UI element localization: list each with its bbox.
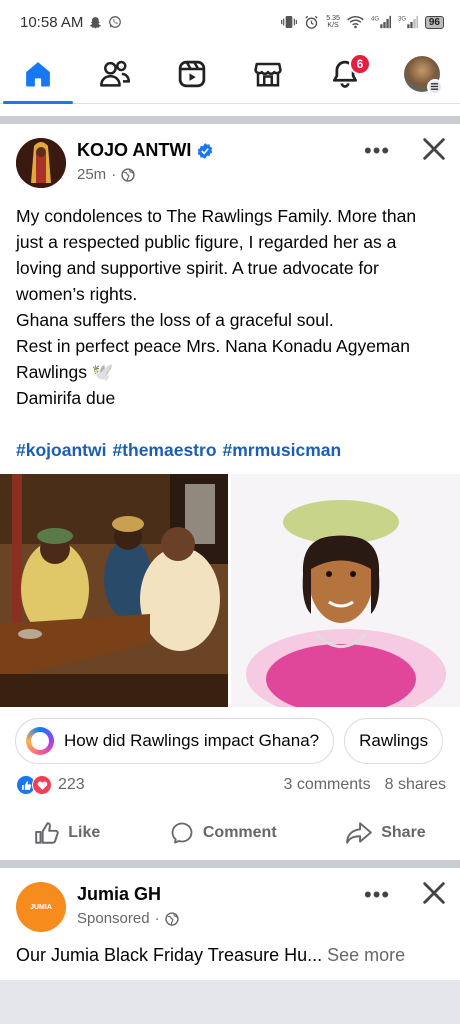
comment-button[interactable]: Comment (169, 821, 277, 845)
like-label: Like (68, 824, 101, 841)
hashtags: #kojoantwi #themaestro #mrmusicman (16, 440, 341, 461)
suggestion-chip[interactable]: How did Rawlings impact Ghana? (15, 718, 335, 764)
ad-text: Our Jumia Black Friday Treasure Hu... Se… (16, 945, 450, 966)
nav-marketplace-tab[interactable] (230, 44, 306, 104)
nav-home-tab[interactable] (0, 44, 76, 104)
suggestion-text: How did Rawlings impact Ghana? (64, 731, 320, 750)
comment-icon (171, 822, 193, 844)
net-speed: 5.35 K/S (326, 15, 340, 29)
nav-reels-tab[interactable] (154, 44, 230, 104)
hashtag-link[interactable]: #kojoantwi (16, 440, 106, 461)
jumia-logo[interactable]: JUMIA (16, 882, 66, 932)
status-bar: 10:58 AM 5.35 K/S 4G 3G 96 (0, 0, 460, 44)
feed-divider (0, 116, 460, 124)
home-icon (26, 61, 51, 86)
jumia-logo-text: JUMIA (30, 903, 52, 911)
feed-bottom-area (0, 980, 460, 1024)
suggestion-text: Rawlings (359, 731, 429, 750)
sponsored-label[interactable]: Sponsored (77, 910, 150, 927)
post-photos (0, 474, 460, 707)
feed-divider (0, 860, 460, 868)
svg-text:3G: 3G (398, 15, 406, 22)
status-time: 10:58 AM (20, 13, 84, 31)
post-meta: 25m · (77, 166, 135, 183)
group-photo[interactable] (0, 474, 228, 707)
ad-more-button[interactable]: ••• (364, 884, 390, 906)
post-header: KOJO ANTWI 25m · ••• (0, 126, 460, 194)
like-button[interactable]: Like (34, 821, 100, 845)
globe-icon (121, 167, 135, 182)
signal-3g-icon: 3G (398, 15, 418, 29)
hashtag-link[interactable]: #mrmusicman (223, 440, 342, 461)
nav-notifications-tab[interactable]: 6 (307, 44, 383, 104)
reels-icon (178, 60, 205, 87)
reaction-count[interactable]: 223 (58, 776, 85, 794)
share-icon (346, 822, 373, 844)
love-reaction-icon[interactable] (32, 775, 52, 795)
net-speed-value: 5.35 (326, 15, 340, 22)
vibrate-icon (281, 16, 298, 28)
post-actions: Like Comment Share (0, 810, 460, 856)
hashtag-link[interactable]: #themaestro (112, 440, 216, 461)
menu-icon (426, 78, 443, 95)
top-nav-bar: 6 (0, 44, 460, 104)
close-icon[interactable] (420, 135, 448, 163)
whatsapp-icon (109, 16, 122, 28)
share-label: Share (381, 824, 426, 841)
reactions-row: 223 3 comments 8 shares (16, 772, 446, 798)
portrait-illustration[interactable] (231, 474, 460, 707)
shares-count[interactable]: 8 shares (385, 776, 446, 794)
ad-body: Our Jumia Black Friday Treasure Hu... (16, 945, 323, 965)
wifi-icon (347, 16, 364, 29)
meta-separator: · (111, 166, 117, 183)
notification-badge: 6 (348, 52, 371, 75)
meta-ai-icon (26, 727, 54, 755)
post-text: My condolences to The Rawlings Family. M… (16, 206, 417, 408)
alarm-icon (305, 15, 318, 29)
comment-label: Comment (202, 824, 277, 841)
close-icon[interactable] (420, 879, 448, 907)
post-time[interactable]: 25m (77, 166, 106, 183)
marketplace-icon (254, 62, 283, 86)
battery-indicator: 96 (424, 15, 444, 29)
ad-author-name[interactable]: Jumia GH (77, 884, 161, 905)
author-avatar[interactable] (16, 138, 66, 188)
profile-avatar (403, 55, 443, 95)
like-icon (35, 822, 59, 844)
friends-icon (100, 60, 130, 87)
verified-badge-icon (198, 142, 213, 159)
ai-suggestions: How did Rawlings impact Ghana? Rawlings (15, 718, 444, 764)
nav-profile-menu-tab[interactable] (384, 44, 460, 104)
author-name[interactable]: KOJO ANTWI (77, 140, 191, 161)
signal-4g-icon: 4G (371, 15, 391, 29)
see-more-link[interactable]: See more (327, 945, 405, 965)
comments-count[interactable]: 3 comments (283, 776, 370, 794)
svg-text:4G: 4G (371, 15, 379, 22)
meta-separator: · (154, 910, 160, 927)
ad-meta: Sponsored · (77, 910, 179, 927)
net-speed-unit: K/S (327, 22, 339, 29)
globe-icon (164, 911, 179, 926)
nav-friends-tab[interactable] (77, 44, 153, 104)
author-name-row[interactable]: KOJO ANTWI (77, 140, 213, 161)
share-button[interactable]: Share (345, 821, 426, 845)
snapchat-icon (90, 16, 102, 28)
post-more-button[interactable]: ••• (364, 140, 390, 162)
suggestion-chip[interactable]: Rawlings (344, 718, 444, 764)
